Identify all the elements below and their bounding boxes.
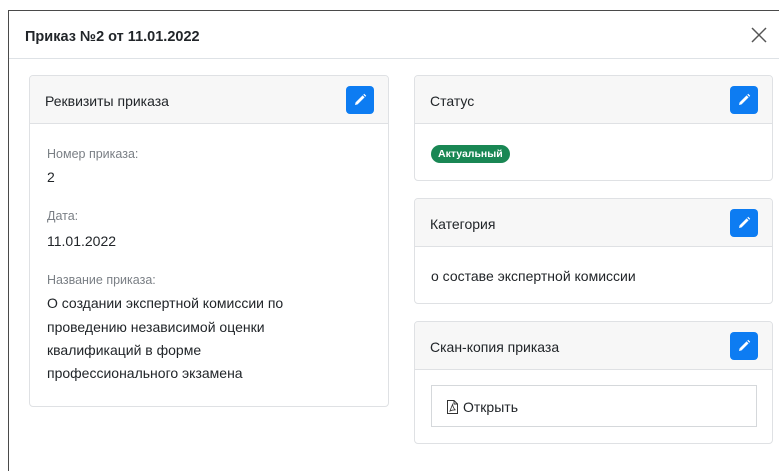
order-modal: Приказ №2 от 11.01.2022 Реквизиты приказ… — [8, 10, 779, 471]
status-card: Статус Актуальный — [414, 75, 773, 181]
order-name-line-1: О создании экспертной комиссии по — [47, 295, 284, 311]
pdf-file-icon — [447, 400, 458, 414]
modal-title: Приказ №2 от 11.01.2022 — [25, 29, 200, 45]
order-name-line-2: проведению независимой оценки — [47, 319, 265, 335]
open-scan-label: Открыть — [463, 399, 518, 415]
details-card-title: Реквизиты приказа — [45, 93, 169, 109]
scan-card-header: Скан-копия приказа — [415, 322, 772, 370]
edit-status-button[interactable] — [730, 86, 758, 114]
order-name-line-4: профессионального экзамена — [47, 365, 243, 381]
category-card: Категория о составе экспертной комиссии — [414, 198, 773, 304]
category-card-header: Категория — [415, 199, 772, 247]
close-icon[interactable] — [749, 25, 769, 45]
order-number-label: Номер приказа: — [47, 147, 139, 161]
scan-card: Скан-копия приказа Открыть — [414, 321, 773, 444]
category-value: о составе экспертной комиссии — [431, 268, 636, 284]
edit-details-button[interactable] — [346, 86, 374, 114]
status-card-title: Статус — [430, 93, 475, 109]
modal-header: Приказ №2 от 11.01.2022 — [9, 11, 779, 59]
order-date-label: Дата: — [47, 209, 79, 223]
scan-card-title: Скан-копия приказа — [430, 339, 560, 355]
open-scan-button[interactable]: Открыть — [431, 385, 757, 427]
status-card-header: Статус — [415, 76, 772, 124]
category-card-title: Категория — [430, 216, 496, 232]
details-card-header: Реквизиты приказа — [30, 76, 388, 124]
pencil-icon — [739, 216, 751, 228]
edit-scan-button[interactable] — [730, 332, 758, 360]
pencil-icon — [739, 93, 751, 105]
order-number-value: 2 — [47, 169, 55, 185]
details-card: Реквизиты приказа Номер приказа: 2 Дата:… — [29, 75, 389, 407]
order-name-label: Название приказа: — [47, 273, 156, 287]
status-badge: Актуальный — [431, 145, 510, 163]
edit-category-button[interactable] — [730, 209, 758, 237]
order-date-value: 11.01.2022 — [47, 233, 117, 249]
order-name-line-3: квалификаций в форме — [47, 342, 202, 358]
pencil-icon — [739, 339, 751, 351]
pencil-icon — [355, 93, 367, 105]
